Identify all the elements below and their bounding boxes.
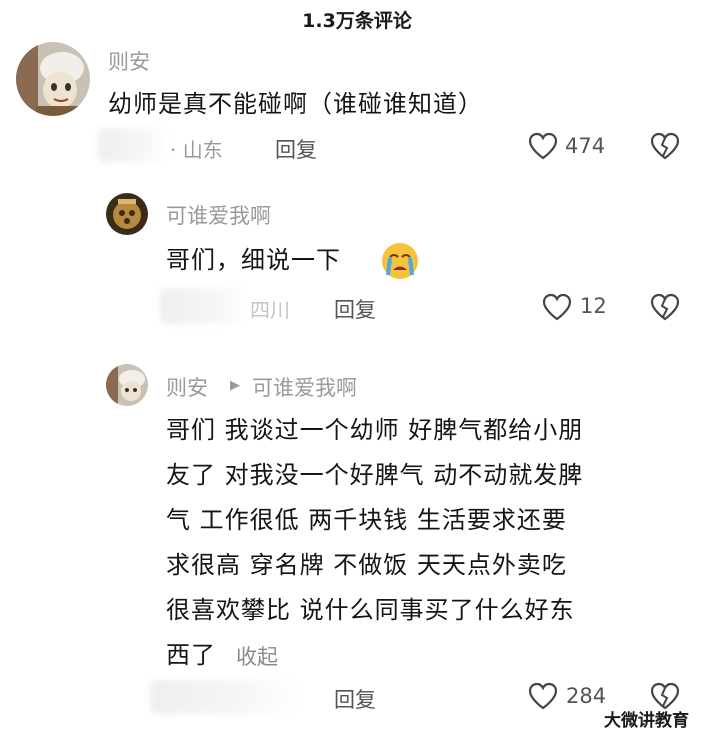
reply-text: 哥们，细说一下 [166,246,341,274]
like-count: 284 [566,684,607,708]
sheep-avatar-icon [106,364,148,406]
avatar[interactable] [106,193,148,235]
avatar[interactable] [16,42,90,116]
reply-location: 四川 [250,298,290,322]
reply-text-line: 友了 对我没一个好脾气 动不动就发脾 [166,461,584,489]
like-heart-icon[interactable] [528,682,558,710]
comment-location: · 山东 [170,138,223,162]
reply-button[interactable]: 回复 [334,294,376,324]
reply-to-arrow-icon: ▶ [230,378,240,393]
sheep-avatar-icon [16,42,90,116]
watermark: 大微讲教育 [604,711,689,731]
reply-author[interactable]: 则安 [166,372,208,402]
like-heart-icon[interactable] [528,132,558,160]
reply-text-line: 求很高 穿名牌 不做饭 天天点外卖吃 [166,551,567,579]
reply-author[interactable]: 可谁爱我啊 [166,200,271,230]
reply-button[interactable]: 回复 [275,134,317,164]
comment-text: 幼师是真不能碰啊（谁碰谁知道） [108,90,483,118]
reply-button[interactable]: 回复 [334,684,376,714]
dislike-broken-heart-icon[interactable] [650,132,680,160]
badge-avatar-icon [106,193,148,235]
dislike-broken-heart-icon[interactable] [650,293,680,321]
comment-author[interactable]: 则安 [108,46,150,76]
blurred-username [160,288,250,324]
like-heart-icon[interactable] [542,293,572,321]
reply-target-author[interactable]: 可谁爱我啊 [252,372,357,402]
reply-text-line: 哥们 我谈过一个幼师 好脾气都给小朋 [166,416,584,444]
reply-text-line: 很喜欢攀比 说什么同事买了什么好东 [166,596,575,624]
collapse-button[interactable]: 收起 [236,641,278,671]
crying-face-emoji-icon [380,241,420,281]
like-count: 12 [580,294,607,318]
avatar[interactable] [106,364,148,406]
comments-count-title: 1.3万条评论 [302,10,412,32]
reply-text-line: 西了 [166,641,216,669]
blurred-username [98,128,170,162]
like-count: 474 [565,134,606,158]
blurred-username [150,680,300,714]
reply-text-line: 气 工作很低 两千块钱 生活要求还要 [166,506,567,534]
